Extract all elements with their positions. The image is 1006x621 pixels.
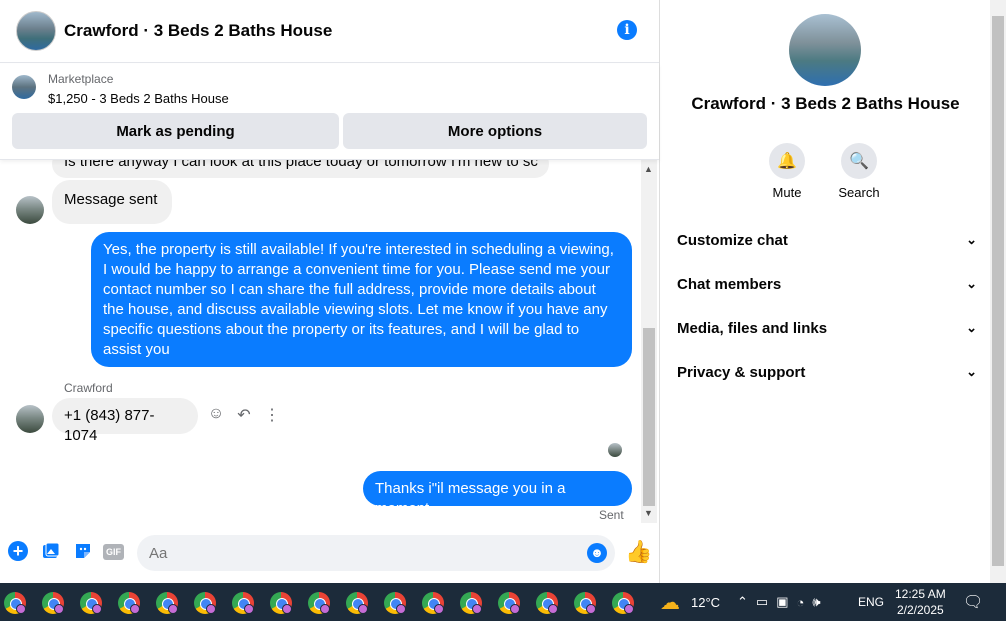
profile-badge-icon <box>510 604 520 614</box>
react-icon[interactable]: ☺ <box>207 405 225 425</box>
sender-avatar[interactable] <box>16 405 44 433</box>
taskbar: ☁ 12°C ⌃ ▭ ▣ ◔ 🕪 ENG 12:25 AM 2/2/2025 🗨 <box>0 583 1006 621</box>
message-input[interactable] <box>137 535 577 571</box>
bell-icon: 🔔 <box>769 143 805 179</box>
section-chat-members[interactable]: Chat members ⌄ <box>677 276 977 300</box>
message-input-wrapper: ☻ <box>137 535 615 571</box>
profile-badge-icon <box>320 604 330 614</box>
chevron-down-icon: ⌄ <box>966 232 977 247</box>
outgoing-message[interactable]: Thanks i"il message you in a moment <box>363 471 632 517</box>
read-receipt-avatar <box>608 443 622 457</box>
sender-name: Crawford <box>64 381 113 395</box>
chevron-down-icon: ⌄ <box>966 276 977 291</box>
info-icon[interactable]: i <box>617 20 637 40</box>
chevron-up-icon[interactable]: ⌃ <box>737 594 748 610</box>
section-privacy-support[interactable]: Privacy & support ⌄ <box>677 364 977 388</box>
more-icon[interactable]: ⋮ <box>263 405 281 425</box>
message-status: Sent <box>599 508 624 522</box>
profile-badge-icon <box>472 604 482 614</box>
listing-price-title[interactable]: $1,250 - 3 Beds 2 Baths House <box>48 91 229 106</box>
scrollbar-thumb[interactable] <box>992 16 1004 566</box>
page-scrollbar[interactable] <box>990 0 1006 583</box>
reply-icon[interactable]: ↶ <box>235 405 253 425</box>
system-tray: ⌃ ▭ ▣ ◔ 🕪 <box>737 583 821 621</box>
mute-button[interactable]: 🔔 Mute <box>757 143 817 200</box>
chat-pane: Crawford · 3 Beds 2 Baths House i Market… <box>0 0 660 583</box>
wifi-icon[interactable]: ◔ <box>797 595 805 610</box>
chevron-down-icon: ⌄ <box>966 364 977 379</box>
mute-label: Mute <box>772 185 802 200</box>
chevron-down-icon: ⌄ <box>966 320 977 335</box>
clock[interactable]: 12:25 AM 2/2/2025 <box>895 583 946 621</box>
sender-avatar[interactable] <box>16 196 44 224</box>
profile-badge-icon <box>434 604 444 614</box>
search-button[interactable]: 🔍 Search <box>829 143 889 200</box>
thumbs-up-icon[interactable]: 👍 <box>625 539 652 564</box>
incoming-message[interactable]: Is there anyway I can look at this place… <box>52 160 549 178</box>
language-indicator[interactable]: ENG <box>858 583 884 621</box>
profile-badge-icon <box>92 604 102 614</box>
meet-now-icon[interactable]: ▣ <box>776 594 788 610</box>
profile-badge-icon <box>358 604 368 614</box>
profile-badge-icon <box>54 604 64 614</box>
search-label: Search <box>838 185 880 200</box>
profile-badge-icon <box>396 604 406 614</box>
section-customize-chat[interactable]: Customize chat ⌄ <box>677 232 977 256</box>
listing-avatar-large[interactable] <box>789 14 861 86</box>
clock-time: 12:25 AM <box>895 587 946 601</box>
profile-badge-icon <box>130 604 140 614</box>
scroll-up-arrow-icon[interactable]: ▲ <box>644 164 653 174</box>
plus-icon[interactable]: + <box>8 541 28 561</box>
scroll-down-arrow-icon[interactable]: ▼ <box>644 508 653 518</box>
temperature[interactable]: 12°C <box>691 583 720 621</box>
info-title: Crawford · 3 Beds 2 Baths House <box>691 94 960 113</box>
profile-badge-icon <box>282 604 292 614</box>
incoming-message[interactable]: Message sent <box>52 180 172 224</box>
outgoing-message[interactable]: Yes, the property is still available! If… <box>91 232 632 367</box>
sticker-icon[interactable] <box>72 541 94 563</box>
message-actions: ☺ ↶ ⋮ <box>207 405 281 425</box>
volume-icon[interactable]: 🕪 <box>812 594 820 610</box>
incoming-message[interactable]: +1 (843) 877-1074 <box>52 398 198 444</box>
profile-badge-icon <box>586 604 596 614</box>
clock-date: 2/2/2025 <box>896 603 944 617</box>
battery-icon[interactable]: ▭ <box>756 594 768 610</box>
gif-icon[interactable]: GIF <box>103 544 124 560</box>
message-composer: + GIF ☻ 👍 <box>0 533 659 573</box>
profile-badge-icon <box>244 604 254 614</box>
profile-badge-icon <box>548 604 558 614</box>
more-options-button[interactable]: More options <box>343 113 647 149</box>
chat-header: Crawford · 3 Beds 2 Baths House i <box>0 0 659 63</box>
marketplace-label: Marketplace <box>48 72 114 86</box>
section-media-files-links[interactable]: Media, files and links ⌄ <box>677 320 977 344</box>
listing-thumbnail[interactable] <box>12 75 36 99</box>
search-icon: 🔍 <box>841 143 877 179</box>
notification-icon[interactable]: 🗨 <box>963 583 983 621</box>
marketplace-banner: Marketplace $1,250 - 3 Beds 2 Baths Hous… <box>0 64 659 160</box>
profile-badge-icon <box>168 604 178 614</box>
conversation-info-pane: Crawford · 3 Beds 2 Baths House 🔔 Mute 🔍… <box>661 0 990 583</box>
photo-icon[interactable] <box>40 541 62 563</box>
chat-scrollbar[interactable]: ▲ ▼ <box>641 160 657 523</box>
profile-badge-icon <box>206 604 216 614</box>
scrollbar-thumb[interactable] <box>643 328 655 506</box>
listing-avatar[interactable] <box>16 11 56 51</box>
profile-badge-icon <box>16 604 26 614</box>
emoji-icon[interactable]: ☻ <box>587 543 607 563</box>
weather-icon[interactable]: ☁ <box>660 583 680 621</box>
message-list: Is there anyway I can look at this place… <box>0 160 641 525</box>
profile-badge-icon <box>624 604 634 614</box>
mark-as-pending-button[interactable]: Mark as pending <box>12 113 339 149</box>
chat-title[interactable]: Crawford · 3 Beds 2 Baths House <box>64 21 332 41</box>
